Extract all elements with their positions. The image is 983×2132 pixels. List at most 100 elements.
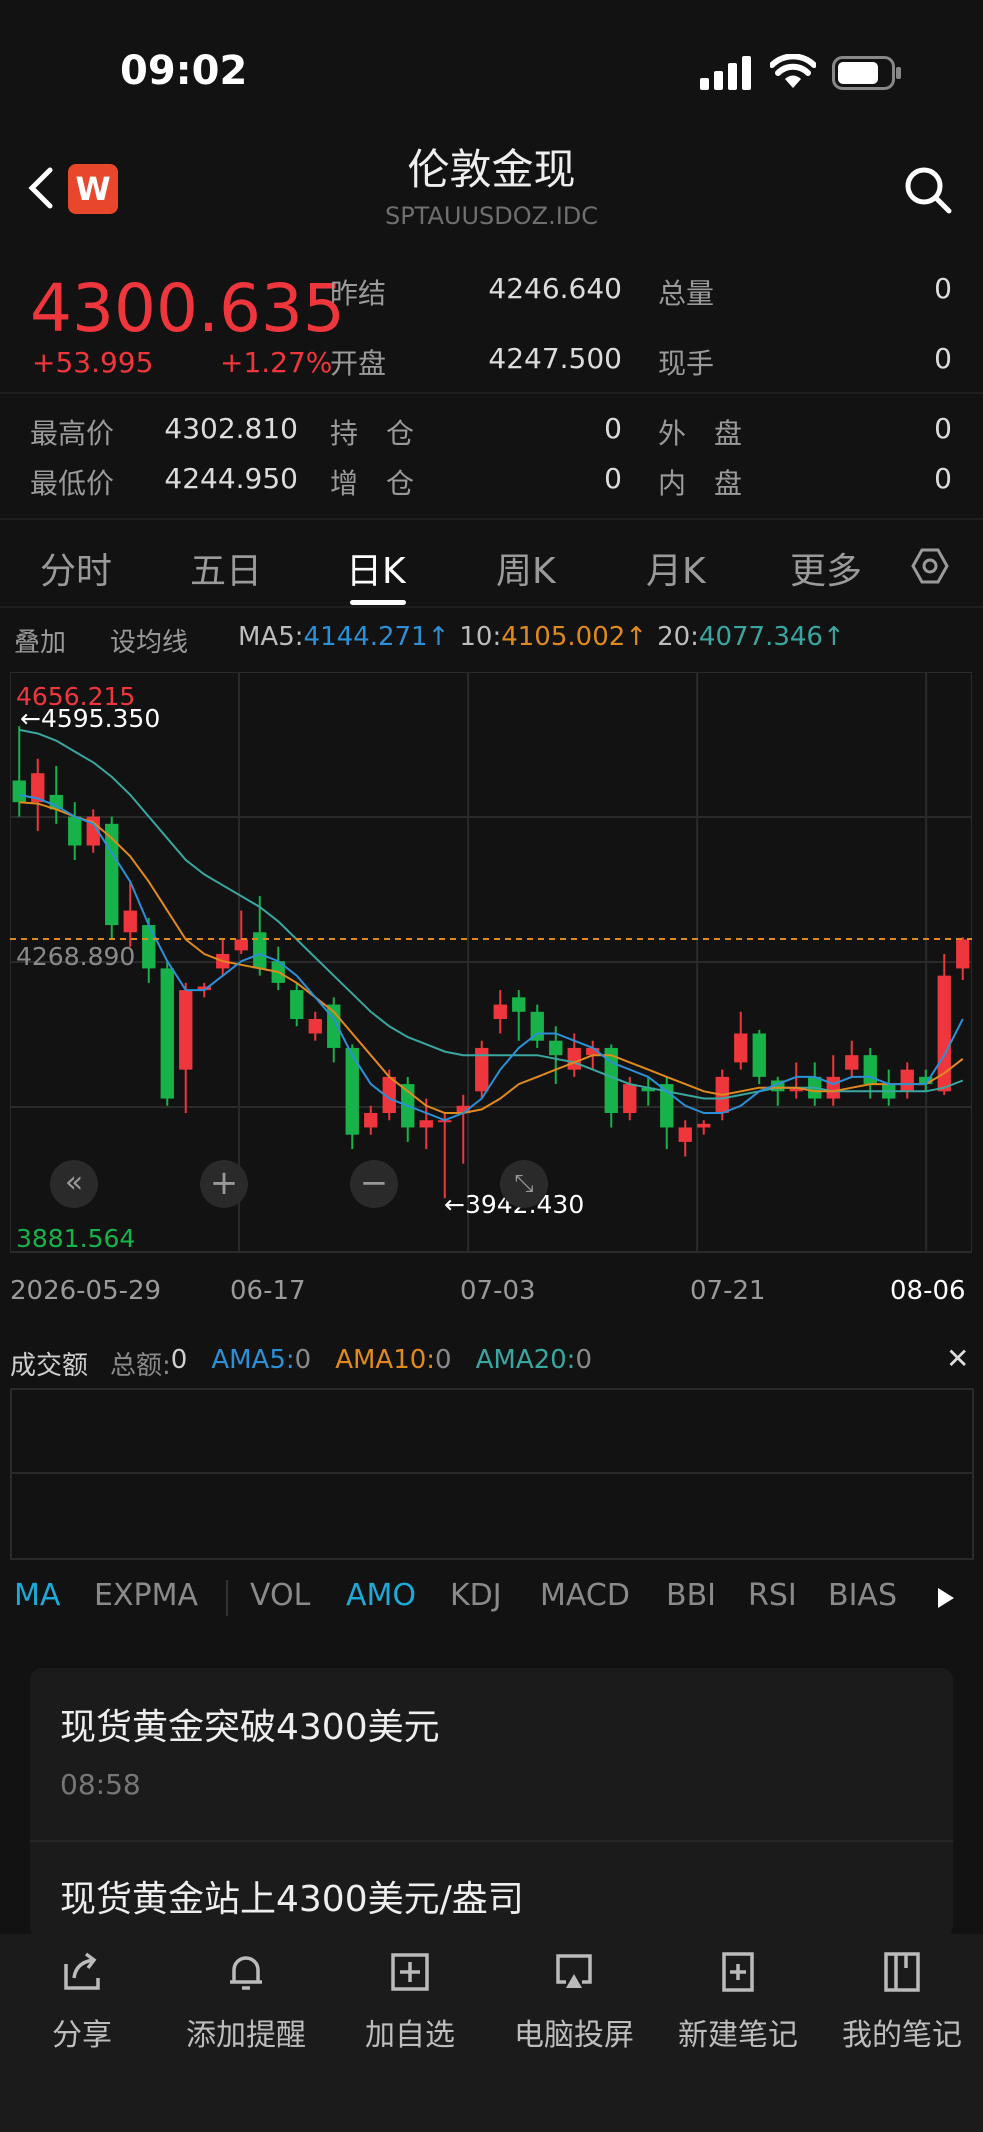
- position-value: 0: [604, 412, 622, 445]
- candle-body: [493, 1004, 507, 1020]
- tab-separator: [226, 1580, 228, 1616]
- status-time: 09:02: [120, 48, 248, 94]
- settings-icon[interactable]: [910, 546, 950, 586]
- ama10-label: AMA10:: [335, 1345, 436, 1375]
- kline-chart[interactable]: 4656.215 ←4595.350 4268.890 3881.564 ←39…: [9, 671, 973, 1262]
- add-pos-value: 0: [604, 462, 622, 495]
- prev-settle-label: 昨结: [330, 277, 387, 310]
- candle-body: [308, 1019, 322, 1034]
- kline-svg: [9, 671, 973, 1253]
- total-value: 0: [170, 1345, 188, 1375]
- open-label: 开盘: [330, 347, 387, 380]
- ama20-value: 0: [575, 1345, 592, 1375]
- indicator-tab-amo[interactable]: AMO: [346, 1578, 416, 1613]
- low-label: 最低价: [30, 467, 115, 500]
- prev-settle-value: 4246.640: [488, 272, 622, 305]
- ma-values: MA5: 4144.271↑ 10: 4105.002↑ 20: 4077.34…: [238, 622, 845, 652]
- open-value: 4247.500: [488, 342, 622, 375]
- page-title: 伦敦金现: [407, 145, 576, 194]
- my-notes-button[interactable]: 我的笔记: [820, 1934, 983, 2054]
- ma20-label: 20:: [657, 622, 699, 652]
- add-watchlist-button[interactable]: 加自选: [328, 1934, 492, 2054]
- y-mid-label: 4268.890: [16, 942, 136, 971]
- set-ma-button[interactable]: 设均线: [110, 622, 188, 659]
- x-label: 07-03: [460, 1276, 536, 1306]
- tab-intraday[interactable]: 分时: [40, 542, 112, 594]
- active-tab-indicator: [350, 600, 406, 605]
- tab-five-day[interactable]: 五日: [190, 542, 262, 594]
- candle-body: [68, 816, 82, 846]
- bottom-toolbar: 分享 添加提醒 加自选 电脑投屏 新建笔记 我的笔记: [0, 1934, 983, 2132]
- candle-body: [160, 968, 174, 1099]
- cast-screen-button[interactable]: 电脑投屏: [492, 1934, 656, 2054]
- candle-body: [549, 1040, 563, 1056]
- search-icon[interactable]: [902, 164, 954, 216]
- y-min-label: 3881.564: [16, 1224, 136, 1253]
- news-title[interactable]: 现货黄金突破4300美元: [60, 1698, 440, 1750]
- candle-body: [512, 997, 526, 1012]
- ama20-label: AMA20:: [475, 1345, 576, 1375]
- status-bar: 09:02: [0, 0, 983, 130]
- current-hand-value: 0: [934, 342, 952, 375]
- notes-icon: [884, 1952, 920, 1992]
- tab-monthly-k[interactable]: 月K: [646, 542, 706, 594]
- scroll-left-button[interactable]: «: [50, 1160, 98, 1208]
- candle-body: [567, 1047, 581, 1070]
- share-label: 分享: [52, 2018, 112, 2053]
- indicator-tab-bbi[interactable]: BBI: [666, 1578, 716, 1613]
- tab-weekly-k[interactable]: 周K: [496, 542, 556, 594]
- indicator-tab-macd[interactable]: MACD: [540, 1578, 630, 1613]
- overlay-button[interactable]: 叠加: [14, 622, 66, 659]
- indicator-tab-ma[interactable]: MA: [14, 1578, 60, 1613]
- new-note-button[interactable]: 新建笔记: [656, 1934, 820, 2054]
- my-notes-label: 我的笔记: [842, 2018, 962, 2053]
- close-icon[interactable]: ✕: [946, 1342, 969, 1375]
- candle-body: [734, 1033, 748, 1063]
- news-card: 现货黄金突破4300美元 08:58 现货黄金站上4300美元/盎司: [30, 1668, 953, 1938]
- page-subtitle: SPTAUUSDOZ.IDC: [384, 202, 599, 230]
- volume-gridline: [12, 1472, 972, 1474]
- last-price: 4300.635: [30, 270, 345, 347]
- ama5-label: AMA5:: [211, 1345, 295, 1375]
- indicator-tab-bias[interactable]: BIAS: [828, 1578, 897, 1613]
- battery-icon: [832, 56, 901, 90]
- zoom-out-button[interactable]: −: [350, 1160, 398, 1208]
- news-title[interactable]: 现货黄金站上4300美元/盎司: [60, 1870, 524, 1922]
- high-marker: ←4595.350: [20, 704, 161, 733]
- low-value: 4244.950: [164, 462, 298, 495]
- add-alert-button[interactable]: 添加提醒: [164, 1934, 328, 2054]
- outer-value: 0: [934, 412, 952, 445]
- zoom-in-button[interactable]: +: [200, 1160, 248, 1208]
- new-note-label: 新建笔记: [678, 2018, 798, 2053]
- candle-body: [419, 1120, 433, 1128]
- volume-header: 成交额 总额: 0 AMA5: 0 AMA10: 0 AMA20: 0: [10, 1345, 592, 1382]
- indicator-tab-vol[interactable]: VOL: [250, 1578, 310, 1613]
- volume-panel: [10, 1388, 974, 1560]
- share-button[interactable]: 分享: [0, 1934, 164, 2054]
- candle-body: [678, 1127, 692, 1142]
- candle-body: [179, 990, 193, 1070]
- indicator-tab-kdj[interactable]: KDJ: [450, 1578, 502, 1613]
- share-icon: [64, 1952, 100, 1990]
- plus-box-icon: [391, 1953, 429, 1991]
- play-icon[interactable]: [936, 1586, 956, 1610]
- add-watchlist-label: 加自选: [365, 2018, 455, 2053]
- tab-daily-k[interactable]: 日K: [346, 542, 406, 594]
- ma20-value: 4077.346↑: [698, 622, 845, 652]
- indicator-tab-rsi[interactable]: RSI: [748, 1578, 797, 1613]
- inner-value: 0: [934, 462, 952, 495]
- candle-body: [956, 939, 970, 969]
- tab-more[interactable]: 更多: [790, 542, 862, 594]
- x-label: 06-17: [230, 1276, 306, 1306]
- ama10-value: 0: [435, 1345, 452, 1375]
- position-label: 持 仓: [330, 417, 415, 450]
- fullscreen-button[interactable]: ⤡: [500, 1160, 548, 1208]
- total-vol-label: 总量: [658, 277, 715, 310]
- x-label: 2026-05-29: [10, 1276, 162, 1306]
- candle-body: [12, 780, 26, 803]
- indicator-tab-expma[interactable]: EXPMA: [94, 1578, 198, 1613]
- news-time: 08:58: [60, 1768, 141, 1801]
- cast-icon: [556, 1954, 592, 1988]
- candle-body: [253, 932, 267, 969]
- new-note-icon: [722, 1952, 754, 1992]
